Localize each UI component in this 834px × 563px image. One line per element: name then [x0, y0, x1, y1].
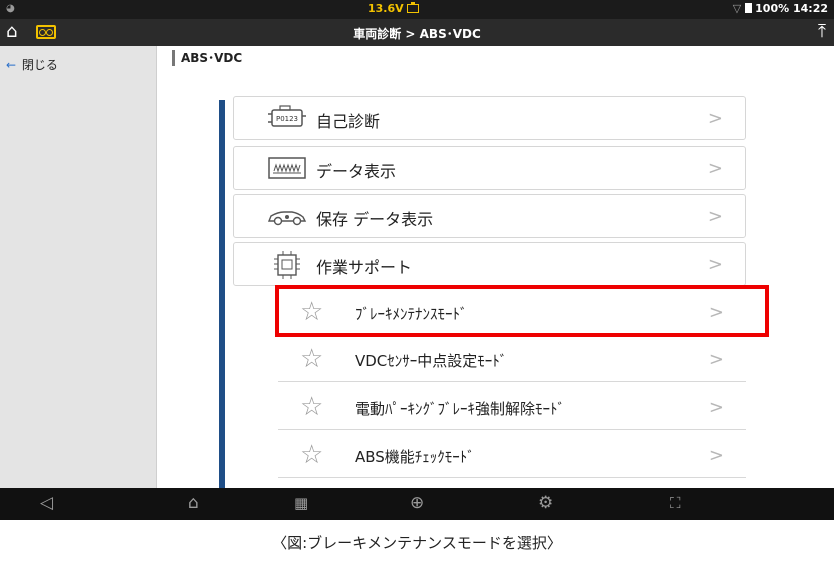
close-label: 閉じる — [21, 58, 58, 72]
globe-icon[interactable]: ⊕ — [410, 493, 424, 513]
signal-icon: ▽ — [732, 2, 742, 15]
upload-icon[interactable]: ⤒ — [818, 21, 826, 42]
title-bar: ⌂ 車両診断 > ABS･VDC ⤒ — [0, 19, 834, 46]
apps-grid-icon[interactable]: ▦ — [294, 494, 308, 512]
arrow-left-icon: ← — [6, 58, 17, 72]
car-icon — [267, 211, 307, 226]
star-icon[interactable]: ☆ — [300, 298, 323, 326]
chevron-right-icon: > — [708, 445, 724, 466]
accent-bar — [219, 100, 225, 488]
star-icon[interactable]: ☆ — [300, 393, 323, 421]
gear-icon[interactable]: ⚙ — [538, 493, 553, 513]
chevron-right-icon: > — [707, 206, 723, 227]
menu-item-label: データ表示 — [316, 162, 397, 181]
breadcrumb: ABS･VDC — [172, 50, 242, 66]
voltage-value: 13.6V — [368, 2, 404, 15]
home-icon[interactable]: ⌂ — [188, 493, 199, 513]
battery-icon — [745, 3, 753, 13]
sidebar: ← 閉じる — [0, 46, 157, 488]
menu-item-label: 保存 データ表示 — [316, 210, 434, 229]
menu-item-work-support[interactable]: 作業サポート > — [233, 242, 746, 286]
sub-item-brake-maintenance-mode[interactable]: ☆ ﾌﾞﾚｰｷﾒﾝﾃﾅﾝｽﾓｰﾄﾞ > — [278, 291, 746, 335]
sub-item-abs-check-mode[interactable]: ☆ ABS機能ﾁｪｯｸﾓｰﾄﾞ > — [278, 434, 746, 478]
waveform-icon — [268, 157, 306, 179]
chevron-right-icon: > — [708, 302, 724, 323]
wifi-icon: ◕ — [6, 3, 15, 14]
menu-item-data-display[interactable]: データ表示 > — [233, 146, 746, 190]
sub-item-label: ﾌﾞﾚｰｷﾒﾝﾃﾅﾝｽﾓｰﾄﾞ — [355, 305, 468, 323]
page-title: 車両診断 > ABS･VDC — [353, 27, 481, 41]
sub-item-vdc-sensor-neutral-mode[interactable]: ☆ VDCｾﾝｻｰ中点設定ﾓｰﾄﾞ > — [278, 338, 746, 382]
menu-item-self-diagnosis[interactable]: P0123 自己診断 > — [233, 96, 746, 140]
sub-item-label: ABS機能ﾁｪｯｸﾓｰﾄﾞ — [355, 448, 475, 466]
chevron-right-icon: > — [707, 254, 723, 275]
tablet-screen: ◕ 13.6V ▽ 100% 14:22 ⌂ 車両診断 > ABS･VDC ⤒ ←… — [0, 0, 834, 520]
back-icon[interactable]: ◁ — [40, 493, 53, 513]
sub-item-label: VDCｾﾝｻｰ中点設定ﾓｰﾄﾞ — [355, 352, 508, 370]
figure-caption: 〈図:ブレーキメンテナンスモードを選択〉 — [272, 534, 562, 552]
chevron-right-icon: > — [707, 158, 723, 179]
main-panel: ABS･VDC P0123 自己診断 > データ表示 > 保存 データ表示 > … — [158, 46, 834, 488]
fullscreen-icon[interactable]: ⛶ — [670, 494, 681, 512]
voltage-readout: 13.6V — [368, 2, 419, 15]
menu-item-label: 作業サポート — [316, 258, 413, 277]
close-button[interactable]: ← 閉じる — [6, 56, 58, 73]
navigation-bar: ◁ ⌂ ▦ ⊕ ⚙ ⛶ — [0, 488, 834, 520]
sub-item-epb-forced-release-mode[interactable]: ☆ 電動ﾊﾟｰｷﾝｸﾞﾌﾞﾚｰｷ強制解除ﾓｰﾄﾞ > — [278, 386, 746, 430]
car-battery-icon — [406, 2, 419, 13]
engine-dtc-code: P0123 — [276, 115, 298, 123]
star-icon[interactable]: ☆ — [300, 441, 323, 469]
chevron-right-icon: > — [707, 108, 723, 129]
menu-item-saved-data[interactable]: 保存 データ表示 > — [233, 194, 746, 238]
chevron-right-icon: > — [708, 349, 724, 370]
clock: 14:22 — [792, 2, 828, 15]
status-bar: ◕ 13.6V ▽ 100% 14:22 — [0, 0, 834, 19]
sub-item-label: 電動ﾊﾟｰｷﾝｸﾞﾌﾞﾚｰｷ強制解除ﾓｰﾄﾞ — [355, 400, 566, 418]
battery-percent: 100% — [755, 2, 790, 15]
menu-item-label: 自己診断 — [316, 112, 381, 131]
chip-icon — [274, 251, 300, 279]
star-icon[interactable]: ☆ — [300, 345, 323, 373]
chevron-right-icon: > — [708, 397, 724, 418]
engine-dtc-icon: P0123 — [268, 105, 306, 127]
status-right: ▽ 100% 14:22 — [733, 2, 828, 15]
